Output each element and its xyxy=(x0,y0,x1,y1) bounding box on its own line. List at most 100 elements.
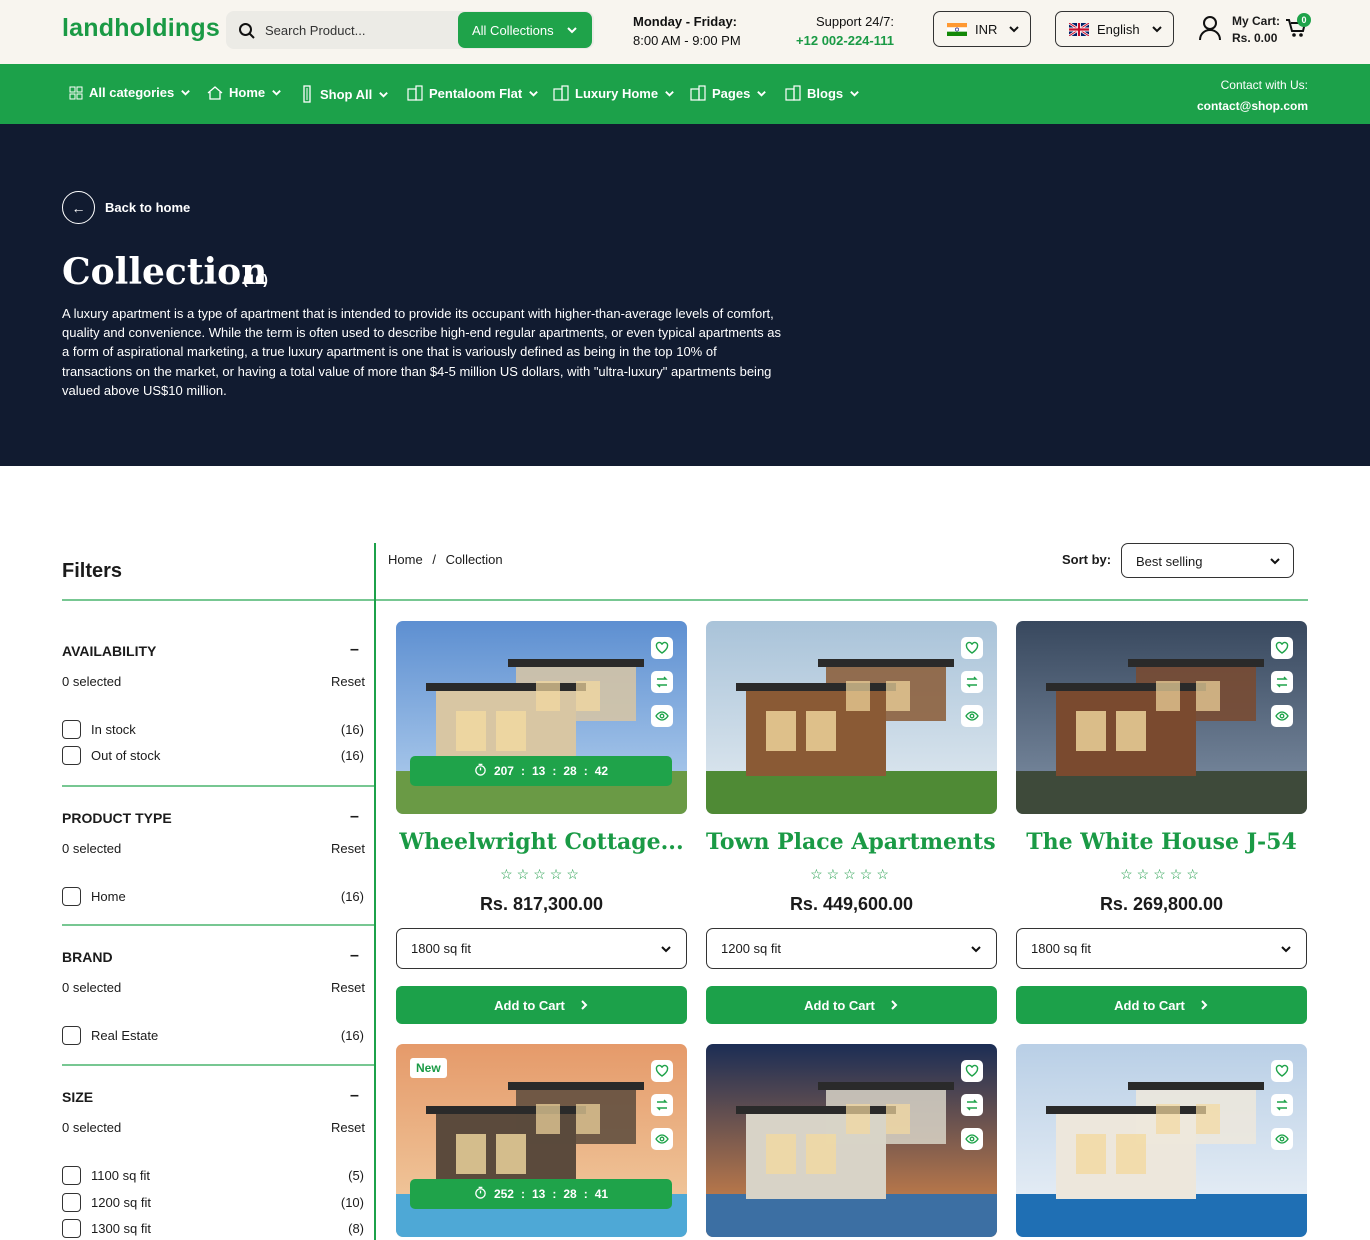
size-variant-select[interactable]: 1800 sq fit xyxy=(1016,928,1307,969)
search-input[interactable]: Search Product... xyxy=(265,23,365,38)
filter-option-label: Out of stock xyxy=(91,748,161,763)
nav-label: All categories xyxy=(89,85,175,100)
quick-view-eye-icon[interactable] xyxy=(961,705,983,727)
language-selector[interactable]: English xyxy=(1055,11,1174,47)
product-image[interactable] xyxy=(706,1044,997,1237)
filter-reset-link[interactable]: Reset xyxy=(331,980,365,995)
product-title[interactable]: The White House J-54 xyxy=(1016,829,1307,855)
filter-group-title[interactable]: PRODUCT TYPE xyxy=(62,810,172,826)
checkbox[interactable] xyxy=(62,1166,81,1185)
wishlist-heart-icon[interactable] xyxy=(651,1060,673,1082)
filter-option[interactable]: 1300 sq fit xyxy=(62,1219,151,1238)
all-collections-dropdown[interactable]: All Collections xyxy=(458,12,592,48)
currency-selector[interactable]: INR xyxy=(933,11,1031,47)
size-variant-select[interactable]: 1200 sq fit xyxy=(706,928,997,969)
filter-option-count: (16) xyxy=(340,748,364,763)
collapse-icon[interactable]: – xyxy=(350,1087,359,1105)
filter-option[interactable]: In stock xyxy=(62,720,136,739)
divider xyxy=(62,1064,374,1066)
user-account-icon[interactable] xyxy=(1198,15,1222,41)
checkbox[interactable] xyxy=(62,887,81,906)
quick-view-eye-icon[interactable] xyxy=(961,1128,983,1150)
chevron-down-icon xyxy=(665,90,674,97)
filter-option[interactable]: Home xyxy=(62,887,126,906)
cart-summary[interactable]: My Cart: Rs. 0.00 xyxy=(1232,13,1280,47)
filter-group-title[interactable]: AVAILABILITY xyxy=(62,643,156,659)
new-badge: New xyxy=(410,1058,447,1078)
add-to-cart-button[interactable]: Add to Cart xyxy=(706,986,997,1024)
uk-flag-icon xyxy=(1069,23,1089,36)
filter-group-title[interactable]: SIZE xyxy=(62,1089,93,1105)
nav-item-pentaloom-flat[interactable]: Pentaloom Flat xyxy=(407,85,539,101)
add-to-cart-button[interactable]: Add to Cart xyxy=(1016,986,1307,1024)
collapse-icon[interactable]: – xyxy=(350,947,359,965)
sort-select[interactable]: Best selling xyxy=(1121,543,1294,578)
wishlist-heart-icon[interactable] xyxy=(961,1060,983,1082)
product-title[interactable]: Wheelwright Cottage... xyxy=(396,829,687,855)
product-price: Rs. 269,800.00 xyxy=(1099,894,1224,914)
compare-icon[interactable] xyxy=(1271,671,1293,693)
filter-option-label: Real Estate xyxy=(91,1028,159,1043)
quick-view-eye-icon[interactable] xyxy=(1271,705,1293,727)
quick-view-eye-icon[interactable] xyxy=(1271,1128,1293,1150)
compare-icon[interactable] xyxy=(961,1094,983,1116)
variant-value: 1800 sq fit xyxy=(1031,941,1091,956)
divider xyxy=(62,599,1308,601)
checkbox[interactable] xyxy=(62,720,81,739)
house-photo xyxy=(706,1044,997,1237)
contact-label: Contact with Us: xyxy=(1220,78,1308,92)
compare-icon[interactable] xyxy=(1271,1094,1293,1116)
wishlist-heart-icon[interactable] xyxy=(1271,1060,1293,1082)
product-price: Rs. 449,600.00 xyxy=(789,894,914,914)
stopwatch-icon xyxy=(474,1186,487,1202)
add-to-cart-button[interactable]: Add to Cart xyxy=(396,986,687,1024)
nav-label: Pentaloom Flat xyxy=(429,85,523,101)
breadcrumb-home[interactable]: Home xyxy=(388,552,423,567)
back-to-home-link[interactable]: ← Back to home xyxy=(62,191,190,224)
size-variant-select[interactable]: 1800 sq fit xyxy=(396,928,687,969)
filter-reset-link[interactable]: Reset xyxy=(331,674,365,689)
nav-item-shop-all[interactable]: Shop All xyxy=(300,85,389,103)
product-image[interactable] xyxy=(706,621,997,814)
product-image[interactable] xyxy=(1016,621,1307,814)
product-image[interactable] xyxy=(1016,1044,1307,1237)
filter-option[interactable]: 1100 sq fit xyxy=(62,1166,150,1185)
collapse-icon[interactable]: – xyxy=(350,808,359,826)
filter-option[interactable]: Real Estate xyxy=(62,1026,158,1045)
wishlist-heart-icon[interactable] xyxy=(961,637,983,659)
filter-option-label: 1200 sq fit xyxy=(91,1195,151,1210)
wishlist-heart-icon[interactable] xyxy=(651,637,673,659)
product-title[interactable]: Town Place Apartments ... xyxy=(706,829,997,855)
search-bar[interactable]: Search Product... All Collections xyxy=(226,11,594,49)
support-phone[interactable]: +12 002-224-111 xyxy=(772,31,894,50)
hours-time: 8:00 AM - 9:00 PM xyxy=(633,33,741,48)
chevron-down-icon xyxy=(379,91,389,98)
filter-option[interactable]: Out of stock xyxy=(62,746,160,765)
checkbox[interactable] xyxy=(62,1193,81,1212)
filter-option-label: Home xyxy=(91,889,126,904)
house-photo xyxy=(706,621,997,814)
nav-item-blogs[interactable]: Blogs xyxy=(785,85,860,101)
nav-item-home[interactable]: Home xyxy=(207,85,282,100)
collapse-icon[interactable]: – xyxy=(350,641,359,659)
site-logo[interactable]: landholdings xyxy=(62,14,220,43)
checkbox[interactable] xyxy=(62,1219,81,1238)
compare-icon[interactable] xyxy=(961,671,983,693)
filter-reset-link[interactable]: Reset xyxy=(331,1120,365,1135)
filter-group-title[interactable]: BRAND xyxy=(62,949,113,965)
nav-item-luxury-home[interactable]: Luxury Home xyxy=(553,85,675,101)
nav-item-pages[interactable]: Pages xyxy=(690,85,767,101)
divider xyxy=(374,543,376,1240)
quick-view-eye-icon[interactable] xyxy=(651,705,673,727)
checkbox[interactable] xyxy=(62,746,81,765)
quick-view-eye-icon[interactable] xyxy=(651,1128,673,1150)
filter-option[interactable]: 1200 sq fit xyxy=(62,1193,151,1212)
nav-item-all-categories[interactable]: All categories xyxy=(69,85,191,100)
wishlist-heart-icon[interactable] xyxy=(1271,637,1293,659)
filter-reset-link[interactable]: Reset xyxy=(331,841,365,856)
checkbox[interactable] xyxy=(62,1026,81,1045)
compare-icon[interactable] xyxy=(651,671,673,693)
filter-option-label: 1100 sq fit xyxy=(91,1168,151,1183)
contact-email[interactable]: contact@shop.com xyxy=(1197,96,1308,117)
compare-icon[interactable] xyxy=(651,1094,673,1116)
